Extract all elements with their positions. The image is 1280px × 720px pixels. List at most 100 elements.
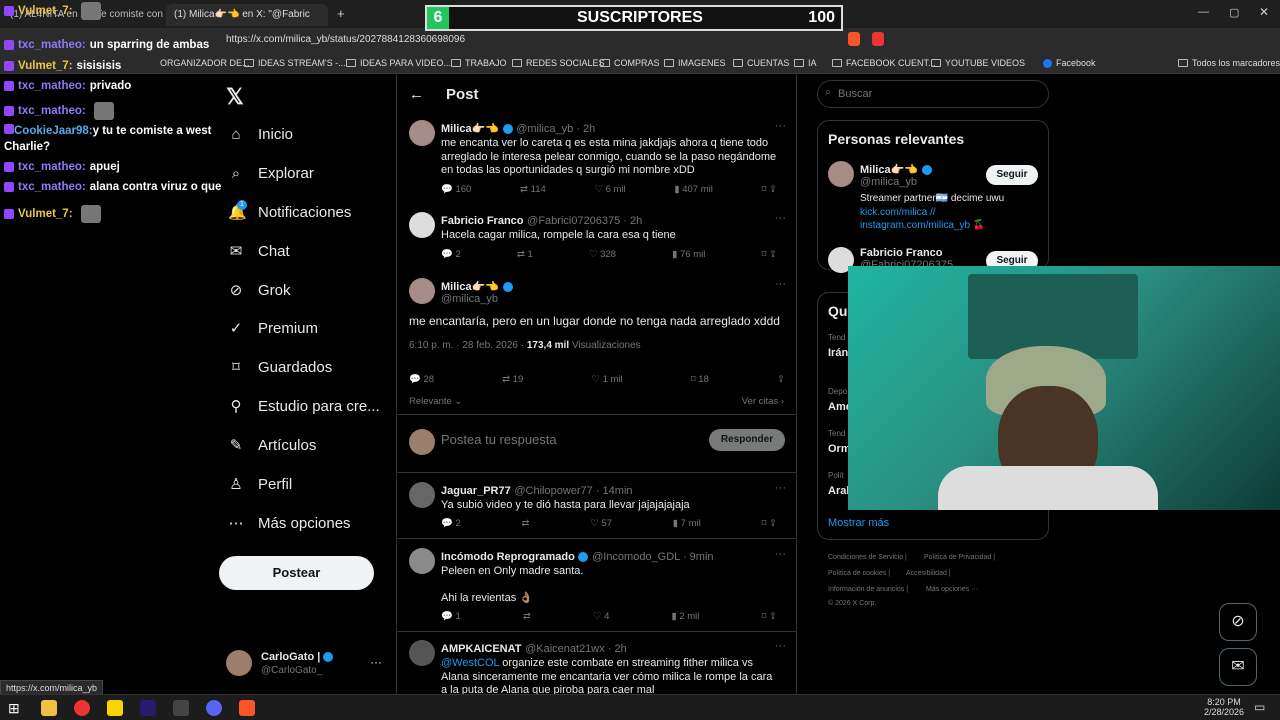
like-button[interactable]: ♡ 1 mil [591, 374, 622, 385]
account-menu-icon[interactable]: ··· [370, 655, 382, 669]
avatar[interactable] [409, 640, 435, 666]
x-logo-icon[interactable]: 𝕏 [226, 84, 244, 110]
nav-item[interactable]: ✉ Chat [228, 243, 290, 260]
avatar[interactable] [409, 120, 435, 146]
file-explorer-icon[interactable] [41, 700, 57, 716]
brave-rewards-icon[interactable] [872, 32, 884, 46]
bookmark[interactable]: REDES SOCIALES [512, 58, 605, 68]
person[interactable]: Milica👉🏻👈 @milica_yb Streamer partner🇦🇷 … [860, 161, 1004, 233]
more-options-icon[interactable]: ··· [775, 640, 786, 652]
views-button[interactable]: ▮ 407 mil [674, 184, 713, 195]
premiere-icon[interactable] [140, 700, 156, 716]
bookmark-button[interactable]: ⌑ ⇪ [762, 184, 777, 195]
footer-link[interactable]: Más opciones ··· [926, 586, 978, 593]
bookmark[interactable]: Facebook [1043, 58, 1096, 68]
share-icon[interactable]: ⇪ [777, 374, 785, 385]
url-text[interactable]: https://x.com/milica_yb/status/202788412… [226, 34, 465, 45]
search-input[interactable]: ⌕ Buscar [817, 80, 1049, 108]
reply-button[interactable]: 💬 2 [441, 518, 461, 529]
view-quotes-link[interactable]: Ver citas › [742, 396, 784, 407]
app-icon[interactable] [107, 700, 123, 716]
avatar[interactable] [409, 212, 435, 238]
bookmark[interactable]: COMPRAS [600, 58, 660, 68]
tweet[interactable]: Jaguar_PR77 @Chilopower77 · 14min Ya sub… [441, 482, 781, 513]
main-tweet-author[interactable]: Milica👉🏻👈 @milica_yb [441, 278, 513, 305]
post-button[interactable]: Postear [219, 556, 374, 590]
like-button[interactable]: ♡ 6 mil [594, 184, 625, 195]
discord-icon[interactable] [206, 700, 222, 716]
like-button[interactable]: ♡ 4 [593, 611, 609, 622]
reply-input[interactable]: Postea tu respuesta [441, 432, 557, 447]
nav-item[interactable]: ⋯ Más opciones [228, 515, 351, 532]
repost-button[interactable]: ⇄ 114 [520, 184, 546, 195]
like-button[interactable]: ♡ 57 [590, 518, 612, 529]
tweet[interactable]: AMPKAICENAT @Kaicenat21wx · 2h @WestCOL … [441, 640, 781, 698]
more-options-icon[interactable]: ··· [775, 548, 786, 560]
bookmark[interactable]: IDEAS STREAM'S -... [244, 58, 346, 68]
tweet[interactable]: Fabricio Franco @Fabrici07206375 · 2h Ha… [441, 212, 781, 243]
new-tab-icon[interactable]: + [337, 6, 345, 21]
nav-item[interactable]: ⌑ Guardados [228, 359, 332, 376]
notifications-icon[interactable]: ▭ [1254, 700, 1265, 714]
bookmark[interactable]: IMAGENES [664, 58, 726, 68]
reply-button[interactable]: 💬 160 [441, 184, 471, 195]
reply-button[interactable]: Responder [709, 429, 785, 451]
repost-button[interactable]: ⇄ [523, 611, 531, 622]
footer-link[interactable]: Información de anuncios | [828, 586, 908, 593]
avatar[interactable] [409, 482, 435, 508]
footer-link[interactable]: Política de cookies | [828, 570, 890, 577]
nav-item[interactable]: ⌕ Explorar [228, 165, 314, 182]
windows-start-icon[interactable]: ⊞ [8, 700, 24, 716]
more-options-icon[interactable]: ··· [775, 120, 786, 132]
grok-icon[interactable]: ⊘ [1219, 603, 1257, 641]
bookmark[interactable]: IDEAS PARA VIDEO... [346, 58, 451, 68]
avatar[interactable] [409, 278, 435, 304]
repost-button[interactable]: ⇄ 19 [502, 374, 523, 385]
like-button[interactable]: ♡ 328 [589, 249, 616, 260]
nav-item[interactable]: ✓ Premium [228, 320, 318, 337]
reply-button[interactable]: 💬 1 [441, 611, 461, 622]
footer-link[interactable]: Accesibilidad | [906, 570, 951, 577]
app-icon[interactable] [173, 700, 189, 716]
close-window-icon[interactable]: ✕ [1259, 5, 1269, 19]
bookmark-button[interactable]: ⌑ 18 [691, 374, 709, 385]
messages-icon[interactable]: ✉ [1219, 648, 1257, 686]
nav-item[interactable]: ♙ Perfil [228, 476, 292, 493]
repost-button[interactable]: ⇄ 1 [517, 249, 533, 260]
bookmark-button[interactable]: ⌑ ⇪ [762, 611, 777, 622]
repost-button[interactable]: ⇄ [522, 518, 530, 529]
bookmark-button[interactable]: ⌑ ⇪ [761, 249, 776, 260]
reply-button[interactable]: 💬 28 [409, 374, 434, 385]
views-button[interactable]: ▮ 7 mil [673, 518, 701, 529]
browser-tab-active[interactable]: (1) Milica👉🏻👈 en X: "@Fabric [166, 4, 328, 26]
bookmark-button[interactable]: ⌑ ⇪ [761, 518, 776, 529]
trend-item[interactable]: Irán [828, 347, 848, 359]
trend-item[interactable]: Aral [828, 485, 849, 497]
avatar[interactable] [226, 650, 252, 676]
footer-link[interactable]: Condiciones de Servicio | [828, 554, 907, 561]
nav-item[interactable]: ⌂ Inicio [228, 126, 293, 143]
bookmark[interactable]: Todos los marcadores [1178, 58, 1280, 68]
tweet[interactable]: Incómodo Reprogramado @Incomodo_GDL · 9m… [441, 548, 781, 605]
bookmark[interactable]: YOUTUBE VIDEOS [931, 58, 1025, 68]
brave-shield-icon[interactable] [848, 32, 860, 46]
maximize-icon[interactable]: ▢ [1229, 6, 1239, 19]
avatar[interactable] [828, 161, 854, 187]
bookmark[interactable]: TRABAJO [451, 58, 507, 68]
show-more-link[interactable]: Mostrar más [828, 517, 889, 529]
sort-dropdown[interactable]: Relevante ⌄ [409, 396, 462, 407]
nav-item[interactable]: ✎ Artículos [228, 437, 317, 454]
views-button[interactable]: ▮ 76 mil [672, 249, 705, 260]
bookmark[interactable]: IA [794, 58, 817, 68]
brave-icon[interactable] [239, 700, 255, 716]
tweet[interactable]: Milica👉🏻👈 @milica_yb · 2h me encanta ver… [441, 120, 781, 178]
more-options-icon[interactable]: ··· [775, 482, 786, 494]
obs-icon[interactable] [74, 700, 90, 716]
bookmark[interactable]: ORGANIZADOR DE... [160, 58, 250, 68]
reply-button[interactable]: 💬 2 [441, 249, 461, 260]
footer-link[interactable]: Política de Privacidad | [924, 554, 995, 561]
nav-item[interactable]: ⊘ Grok [228, 282, 291, 299]
bookmark[interactable]: CUENTAS [733, 58, 789, 68]
mention-link[interactable]: @WestCOL [441, 657, 499, 669]
avatar[interactable] [409, 548, 435, 574]
